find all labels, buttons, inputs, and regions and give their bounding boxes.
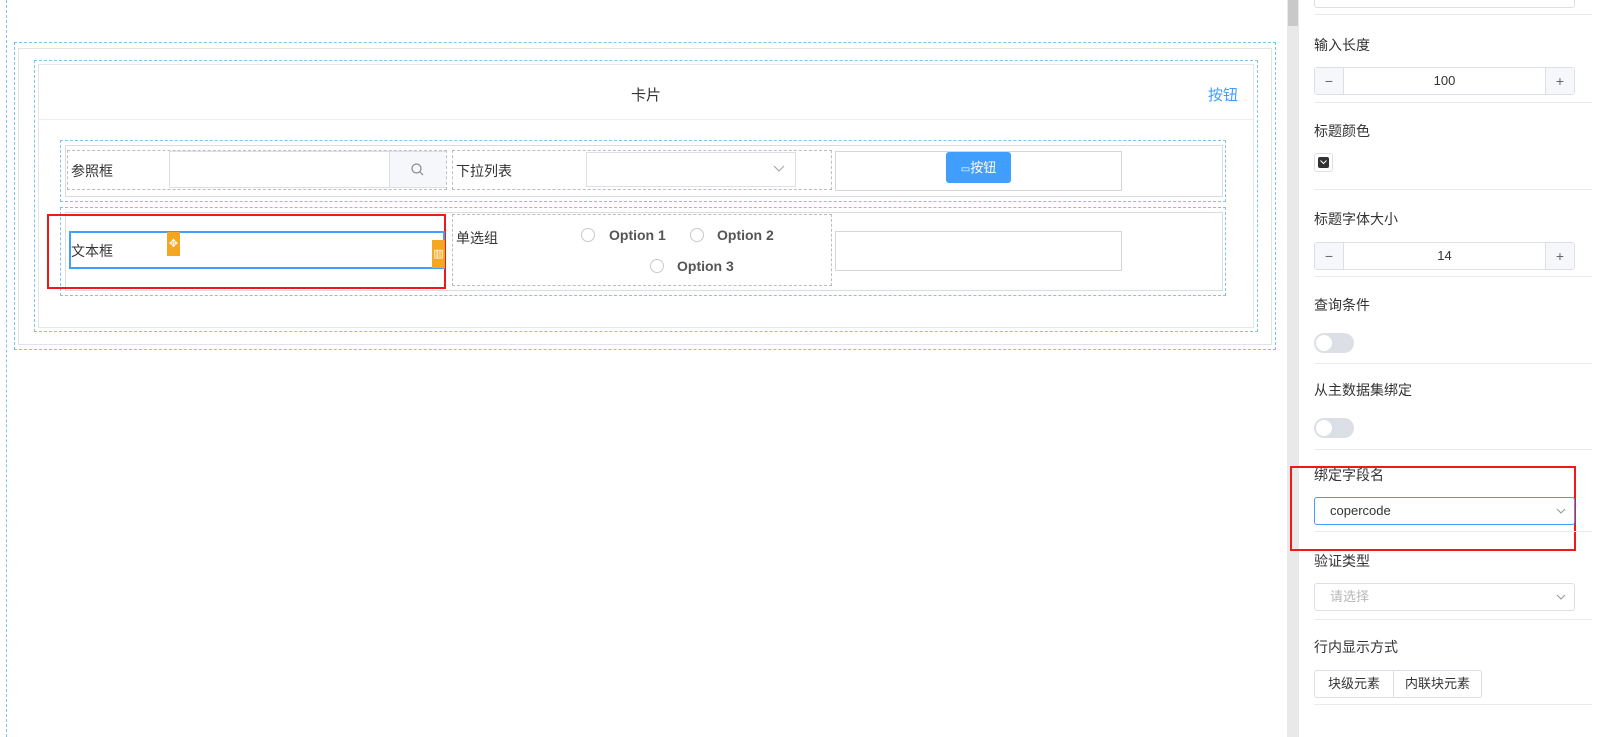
radio-group-field[interactable] [452,214,832,286]
query-condition-label: 查询条件 [1314,297,1370,313]
prev-field-input[interactable] [1314,0,1575,8]
card-header-button[interactable]: 按钮 [1208,84,1238,105]
canvas-scrollbar-thumb[interactable] [1288,0,1298,26]
canvas-left-guide [6,0,7,737]
text-field-label: 文本框 [71,243,113,259]
divider [1314,14,1592,15]
card-title: 卡片 [630,87,661,104]
input-length-stepper[interactable]: − 100 + [1314,67,1575,95]
property-panel [1299,0,1608,737]
switch-knob [1316,335,1332,351]
inline-option-inline-block[interactable]: 内联块元素 [1393,670,1482,698]
input-length-label: 输入长度 [1314,37,1370,53]
inline-display-segmented: 块级元素 内联块元素 [1314,670,1482,698]
title-font-size-value[interactable]: 14 [1345,243,1544,269]
divider [1314,102,1592,103]
inline-option-block[interactable]: 块级元素 [1314,670,1394,698]
bind-master-label: 从主数据集绑定 [1314,382,1412,398]
radio-option-2-label: Option 2 [717,227,774,243]
title-font-size-stepper[interactable]: − 14 + [1314,242,1575,270]
chevron-down-icon [1556,594,1566,600]
delete-icon[interactable]: ▥ [432,240,445,268]
ref-field-input[interactable] [169,151,446,188]
text-field[interactable] [69,231,445,269]
decrement-button[interactable]: − [1315,68,1344,94]
divider [1314,363,1592,364]
input-length-value[interactable]: 100 [1345,68,1544,94]
bind-field-label: 绑定字段名 [1314,467,1384,483]
color-swatch [1318,157,1329,168]
divider [1314,449,1592,450]
button-icon: ▭ [960,164,971,175]
move-handle-icon[interactable]: ✥ [167,232,180,256]
divider [1314,531,1592,532]
divider [1314,619,1592,620]
radio-option-3[interactable] [650,259,664,273]
divider [1314,276,1592,277]
title-color-label: 标题颜色 [1314,123,1370,139]
validation-type-label: 验证类型 [1314,553,1370,569]
radio-option-2[interactable] [690,228,704,242]
empty-cell[interactable] [835,231,1122,271]
chevron-down-icon [1556,508,1566,514]
ref-search-button[interactable] [389,152,446,187]
validation-type-select[interactable]: 请选择 [1314,583,1575,611]
action-button-label: 按钮 [970,160,997,175]
ref-field-label: 参照框 [71,163,113,179]
bind-field-select[interactable]: copercode [1314,497,1575,525]
bind-field-value: copercode [1330,503,1391,518]
divider [1314,704,1592,705]
radio-option-3-label: Option 3 [677,258,734,274]
bind-master-switch[interactable] [1314,418,1354,438]
dropdown-field-label: 下拉列表 [456,163,512,179]
increment-button[interactable]: + [1545,243,1574,269]
search-icon [411,163,424,176]
action-button[interactable]: ▭按钮 [946,152,1011,183]
query-condition-switch[interactable] [1314,333,1354,353]
title-font-size-label: 标题字体大小 [1314,211,1398,227]
increment-button[interactable]: + [1545,68,1574,94]
color-picker[interactable] [1314,153,1333,172]
radio-option-1[interactable] [581,228,595,242]
chevron-down-icon [1320,160,1327,165]
radio-option-1-label: Option 1 [609,227,666,243]
switch-knob [1316,420,1332,436]
chevron-down-icon [773,165,785,172]
card-header: 卡片 按钮 [38,64,1254,120]
inline-display-label: 行内显示方式 [1314,639,1398,655]
canvas-scrollbar[interactable] [1287,0,1299,737]
validation-type-placeholder: 请选择 [1330,589,1370,604]
dropdown-field-select[interactable] [586,152,796,187]
decrement-button[interactable]: − [1315,243,1344,269]
radio-group-label: 单选组 [456,230,498,246]
divider [1314,189,1592,190]
